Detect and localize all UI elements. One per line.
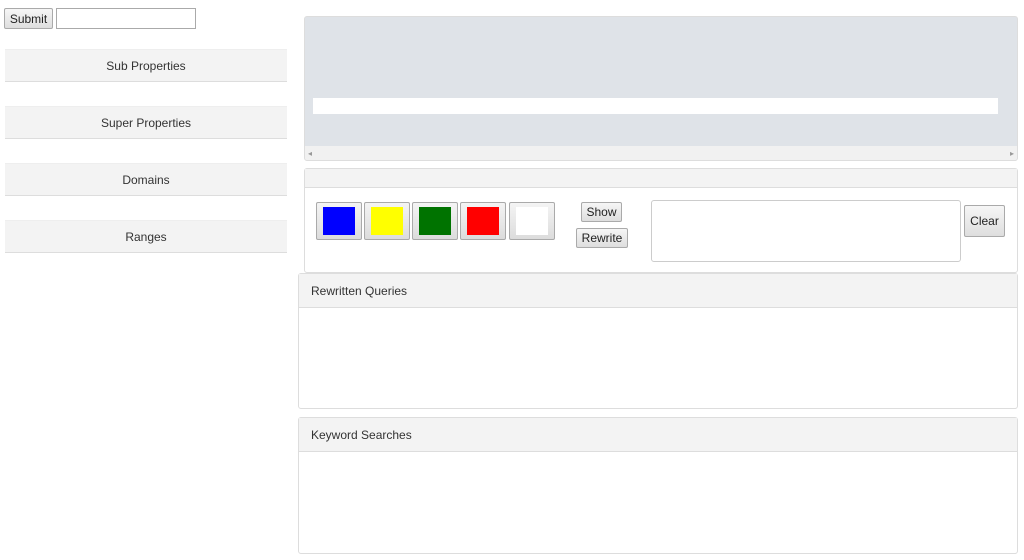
accordion-label: Super Properties bbox=[100, 115, 192, 130]
accordion-super-properties[interactable]: Super Properties bbox=[5, 106, 287, 139]
submit-button[interactable]: Submit bbox=[4, 8, 53, 29]
horizontal-scrollbar[interactable]: ◂ ▸ bbox=[305, 146, 1017, 160]
color-swatch-red[interactable] bbox=[460, 202, 506, 240]
graph-panel: ◂ ▸ bbox=[304, 16, 1018, 161]
keyword-searches-title: Keyword Searches bbox=[299, 418, 1017, 452]
rewritten-queries-panel: Rewritten Queries bbox=[298, 273, 1018, 409]
controls-panel-header bbox=[305, 169, 1017, 188]
clear-button[interactable]: Clear bbox=[964, 205, 1005, 237]
color-swatch-green[interactable] bbox=[412, 202, 458, 240]
color-swatch-white[interactable] bbox=[509, 202, 555, 240]
accordion-label: Domains bbox=[122, 172, 170, 187]
scroll-right-icon[interactable]: ▸ bbox=[1010, 149, 1014, 158]
accordion-ranges[interactable]: Ranges bbox=[5, 220, 287, 253]
scroll-left-icon[interactable]: ◂ bbox=[308, 149, 312, 158]
rewrite-button[interactable]: Rewrite bbox=[576, 228, 628, 248]
rewritten-queries-title: Rewritten Queries bbox=[299, 274, 1017, 308]
submit-input[interactable] bbox=[56, 8, 196, 29]
color-swatch-blue[interactable] bbox=[316, 202, 362, 240]
accordion-label: Ranges bbox=[125, 229, 167, 244]
graph-bar bbox=[313, 98, 998, 114]
accordion-label: Sub Properties bbox=[106, 58, 186, 73]
show-button[interactable]: Show bbox=[581, 202, 622, 222]
color-swatch-yellow[interactable] bbox=[364, 202, 410, 240]
keyword-searches-panel: Keyword Searches bbox=[298, 417, 1018, 554]
accordion-sub-properties[interactable]: Sub Properties bbox=[5, 49, 287, 82]
accordion-domains[interactable]: Domains bbox=[5, 163, 287, 196]
query-textarea[interactable] bbox=[651, 200, 961, 262]
